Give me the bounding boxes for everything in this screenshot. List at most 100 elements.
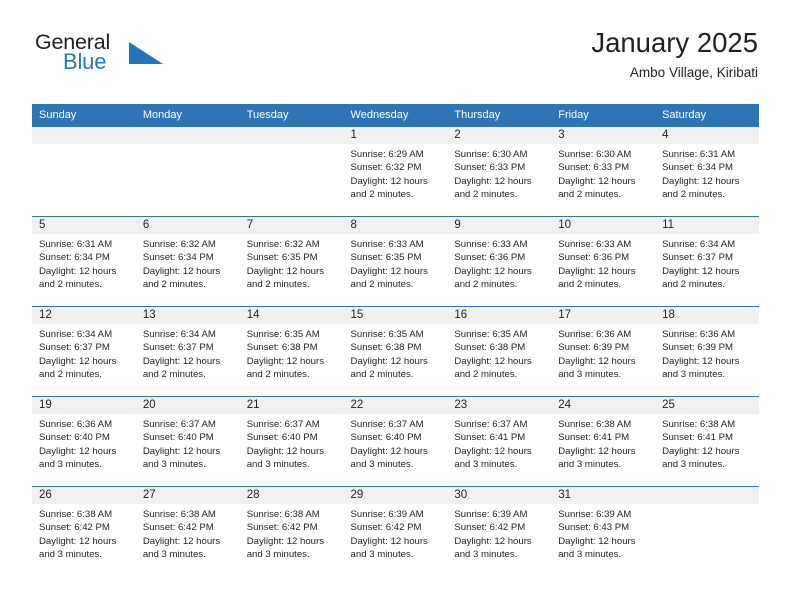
weekday-header-monday: Monday (135, 104, 240, 127)
daylight-duration-line1: Daylight: 12 hours (246, 355, 325, 367)
sunrise-time: Sunrise: 6:36 AM (39, 419, 113, 430)
page-subtitle: Ambo Village, Kiribati (629, 65, 758, 80)
sunrise-time: Sunrise: 6:34 AM (142, 329, 216, 340)
calendar-day-cell[interactable]: 11 Sunrise: 6:34 AM Sunset: 6:37 PM Dayligh… (655, 216, 759, 307)
calendar-day-cell[interactable]: 12 Sunrise: 6:34 AM Sunset: 6:37 PM Dayligh… (32, 306, 136, 397)
day-details: Sunrise: 6:36 AM Sunset: 6:39 PM Daylight:… (655, 324, 759, 382)
calendar-day-cell[interactable]: 8 Sunrise: 6:33 AM Sunset: 6:35 PM Daylight… (343, 216, 448, 307)
calendar-day-cell[interactable]: 19 Sunrise: 6:36 AM Sunset: 6:40 PM Dayligh… (32, 396, 136, 487)
daylight-duration-line1: Daylight: 12 hours (558, 265, 636, 277)
calendar-day-cell[interactable]: 28 Sunrise: 6:38 AM Sunset: 6:42 PM Dayligh… (239, 486, 344, 576)
calendar-day-cell[interactable]: 18 Sunrise: 6:36 AM Sunset: 6:39 PM Dayligh… (655, 306, 759, 397)
day-details: Sunrise: 6:38 AM Sunset: 6:42 PM Daylight:… (240, 504, 344, 562)
day-details: Sunrise: 6:34 AM Sunset: 6:37 PM Daylight:… (32, 324, 136, 382)
daylight-duration-line1: Daylight: 12 hours (39, 355, 117, 367)
sunrise-time: Sunrise: 6:33 AM (350, 239, 424, 250)
sunrise-time: Sunrise: 6:32 AM (246, 239, 320, 250)
sunset-time: Sunset: 6:35 PM (246, 252, 318, 264)
page-header: General Blue January 2025 Ambo Village, … (32, 26, 758, 98)
daylight-duration-line2: and 3 minutes. (662, 369, 725, 381)
calendar-day-cell[interactable]: 13 Sunrise: 6:34 AM Sunset: 6:37 PM Dayligh… (135, 306, 240, 397)
daylight-duration-line2: and 2 minutes. (350, 279, 414, 291)
daylight-duration-line1: Daylight: 12 hours (142, 535, 221, 547)
calendar-week-row: 5 Sunrise: 6:31 AM Sunset: 6:34 PM Daylight… (32, 216, 759, 307)
day-details: Sunrise: 6:38 AM Sunset: 6:42 PM Daylight:… (136, 504, 240, 562)
calendar-day-cell-empty (32, 126, 136, 217)
day-number (32, 127, 136, 144)
day-details: Sunrise: 6:35 AM Sunset: 6:38 PM Daylight:… (447, 324, 551, 382)
day-details: Sunrise: 6:38 AM Sunset: 6:41 PM Daylight:… (551, 414, 655, 472)
sunrise-time: Sunrise: 6:37 AM (246, 419, 320, 430)
daylight-duration-line2: and 3 minutes. (350, 459, 414, 471)
daylight-duration-line1: Daylight: 12 hours (454, 445, 532, 457)
day-number: 8 (343, 217, 448, 234)
sunset-time: Sunset: 6:39 PM (558, 342, 630, 354)
calendar-day-cell[interactable]: 7 Sunrise: 6:32 AM Sunset: 6:35 PM Daylight… (239, 216, 344, 307)
general-blue-logo[interactable]: General Blue (32, 30, 252, 88)
calendar-day-cell[interactable]: 4 Sunrise: 6:31 AM Sunset: 6:34 PM Daylight… (655, 126, 759, 217)
sunrise-time: Sunrise: 6:35 AM (350, 329, 424, 340)
daylight-duration-line2: and 2 minutes. (350, 189, 414, 201)
calendar-day-cell[interactable]: 10 Sunrise: 6:33 AM Sunset: 6:36 PM Dayligh… (551, 216, 656, 307)
calendar-day-cell[interactable]: 3 Sunrise: 6:30 AM Sunset: 6:33 PM Daylight… (551, 126, 656, 217)
sunrise-time: Sunrise: 6:34 AM (39, 329, 113, 340)
day-details: Sunrise: 6:38 AM Sunset: 6:42 PM Daylight:… (32, 504, 136, 562)
calendar-day-cell[interactable]: 22 Sunrise: 6:37 AM Sunset: 6:40 PM Dayligh… (343, 396, 448, 487)
sunrise-time: Sunrise: 6:31 AM (662, 149, 736, 160)
calendar-day-cell[interactable]: 30 Sunrise: 6:39 AM Sunset: 6:42 PM Dayligh… (447, 486, 552, 576)
sunset-time: Sunset: 6:37 PM (662, 252, 733, 264)
sunrise-time: Sunrise: 6:39 AM (558, 509, 632, 520)
day-details (240, 144, 344, 148)
sunset-time: Sunset: 6:36 PM (454, 252, 526, 264)
calendar-day-cell[interactable]: 9 Sunrise: 6:33 AM Sunset: 6:36 PM Daylight… (447, 216, 552, 307)
day-details (32, 144, 136, 148)
sunset-time: Sunset: 6:41 PM (662, 432, 733, 444)
day-number (239, 127, 344, 144)
sunset-time: Sunset: 6:33 PM (558, 162, 630, 174)
day-details: Sunrise: 6:39 AM Sunset: 6:43 PM Daylight:… (551, 504, 655, 562)
calendar-day-cell[interactable]: 20 Sunrise: 6:37 AM Sunset: 6:40 PM Dayligh… (135, 396, 240, 487)
calendar-day-cell[interactable]: 17 Sunrise: 6:36 AM Sunset: 6:39 PM Dayligh… (551, 306, 656, 397)
calendar-day-cell[interactable]: 27 Sunrise: 6:38 AM Sunset: 6:42 PM Dayligh… (135, 486, 240, 576)
calendar-day-cell[interactable]: 29 Sunrise: 6:39 AM Sunset: 6:42 PM Dayligh… (343, 486, 448, 576)
calendar-day-cell[interactable]: 16 Sunrise: 6:35 AM Sunset: 6:38 PM Dayligh… (447, 306, 552, 397)
day-number: 9 (447, 217, 552, 234)
calendar-day-cell[interactable]: 1 Sunrise: 6:29 AM Sunset: 6:32 PM Daylight… (343, 126, 448, 217)
sunset-time: Sunset: 6:37 PM (39, 342, 110, 354)
calendar-day-cell[interactable]: 5 Sunrise: 6:31 AM Sunset: 6:34 PM Daylight… (32, 216, 136, 307)
day-number: 29 (343, 487, 448, 504)
day-number: 14 (239, 307, 344, 324)
calendar-day-cell[interactable]: 23 Sunrise: 6:37 AM Sunset: 6:41 PM Dayligh… (447, 396, 552, 487)
daylight-duration-line2: and 3 minutes. (350, 549, 414, 561)
daylight-duration-line2: and 3 minutes. (558, 369, 622, 381)
calendar-day-cell[interactable]: 21 Sunrise: 6:37 AM Sunset: 6:40 PM Dayligh… (239, 396, 344, 487)
sunrise-time: Sunrise: 6:37 AM (142, 419, 216, 430)
daylight-duration-line1: Daylight: 12 hours (39, 535, 117, 547)
daylight-duration-line1: Daylight: 12 hours (454, 265, 532, 277)
sunrise-time: Sunrise: 6:34 AM (662, 239, 736, 250)
daylight-duration-line2: and 3 minutes. (662, 459, 725, 471)
weekday-header-sunday: Sunday (32, 104, 136, 127)
calendar-day-cell[interactable]: 24 Sunrise: 6:38 AM Sunset: 6:41 PM Dayligh… (551, 396, 656, 487)
sunrise-time: Sunrise: 6:36 AM (662, 329, 736, 340)
daylight-duration-line2: and 2 minutes. (142, 369, 206, 381)
calendar-day-cell[interactable]: 25 Sunrise: 6:38 AM Sunset: 6:41 PM Dayligh… (655, 396, 759, 487)
sunrise-time: Sunrise: 6:35 AM (246, 329, 320, 340)
calendar-page: General Blue January 2025 Ambo Village, … (0, 0, 792, 612)
daylight-duration-line1: Daylight: 12 hours (350, 445, 428, 457)
daylight-duration-line2: and 2 minutes. (662, 279, 725, 291)
sunrise-time: Sunrise: 6:33 AM (558, 239, 632, 250)
calendar-day-cell[interactable]: 15 Sunrise: 6:35 AM Sunset: 6:38 PM Dayligh… (343, 306, 448, 397)
day-details: Sunrise: 6:30 AM Sunset: 6:33 PM Daylight:… (551, 144, 655, 202)
calendar-day-cell[interactable]: 2 Sunrise: 6:30 AM Sunset: 6:33 PM Daylight… (447, 126, 552, 217)
calendar-week-row: 19 Sunrise: 6:36 AM Sunset: 6:40 PM Dayligh… (32, 396, 759, 487)
calendar-day-cell[interactable]: 31 Sunrise: 6:39 AM Sunset: 6:43 PM Dayligh… (551, 486, 656, 576)
calendar-day-cell[interactable]: 6 Sunrise: 6:32 AM Sunset: 6:34 PM Daylight… (135, 216, 240, 307)
daylight-duration-line1: Daylight: 12 hours (350, 355, 428, 367)
calendar-day-cell[interactable]: 14 Sunrise: 6:35 AM Sunset: 6:38 PM Dayligh… (239, 306, 344, 397)
daylight-duration-line2: and 3 minutes. (142, 549, 206, 561)
sunrise-time: Sunrise: 6:37 AM (454, 419, 528, 430)
daylight-duration-line2: and 2 minutes. (142, 279, 206, 291)
calendar-day-cell[interactable]: 26 Sunrise: 6:38 AM Sunset: 6:42 PM Dayligh… (32, 486, 136, 576)
daylight-duration-line2: and 3 minutes. (558, 549, 622, 561)
